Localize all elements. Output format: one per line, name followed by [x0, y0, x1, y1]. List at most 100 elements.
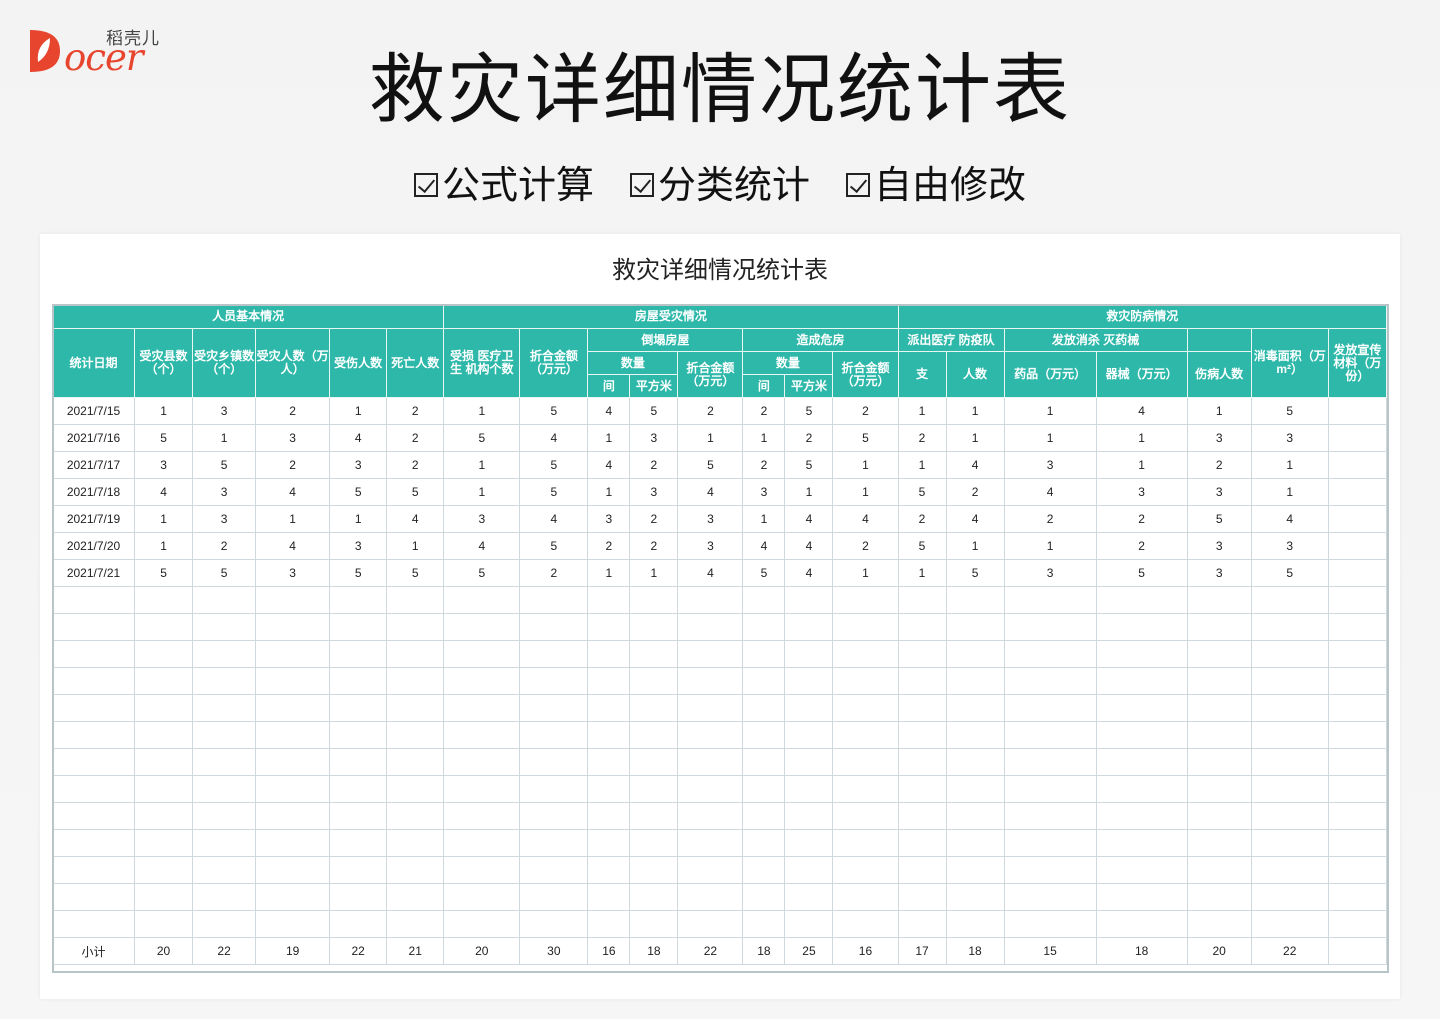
table-cell[interactable] — [1327, 397, 1388, 425]
table-cell[interactable]: 4 — [386, 505, 445, 533]
empty-cell[interactable] — [519, 721, 589, 749]
empty-cell[interactable] — [742, 721, 786, 749]
table-cell[interactable]: 3 — [742, 478, 786, 506]
table-cell[interactable]: 2 — [1003, 505, 1097, 533]
empty-cell[interactable] — [1003, 640, 1097, 668]
empty-cell[interactable] — [329, 856, 388, 884]
empty-cell[interactable] — [832, 613, 899, 641]
empty-cell[interactable] — [1186, 775, 1252, 803]
empty-cell[interactable] — [192, 694, 257, 722]
table-cell[interactable]: 2 — [255, 397, 331, 425]
table-cell[interactable]: 4 — [677, 559, 744, 587]
empty-cell[interactable] — [519, 586, 589, 614]
empty-cell[interactable] — [742, 802, 786, 830]
table-cell[interactable]: 3 — [629, 424, 679, 452]
date-cell[interactable]: 2021/7/21 — [51, 559, 136, 587]
empty-cell[interactable] — [1327, 910, 1388, 938]
empty-cell[interactable] — [587, 748, 631, 776]
empty-cell[interactable] — [255, 883, 331, 911]
empty-cell[interactable] — [1095, 775, 1188, 803]
table-cell[interactable] — [1327, 532, 1388, 560]
empty-cell[interactable] — [587, 640, 631, 668]
empty-cell[interactable] — [192, 802, 257, 830]
empty-cell[interactable] — [255, 910, 331, 938]
table-cell[interactable]: 5 — [519, 532, 589, 560]
empty-cell[interactable] — [255, 856, 331, 884]
empty-cell[interactable] — [443, 802, 521, 830]
table-cell[interactable]: 2 — [386, 451, 445, 479]
table-cell[interactable]: 5 — [897, 532, 947, 560]
subtotal-cell[interactable]: 18 — [1095, 937, 1188, 965]
empty-cell[interactable] — [192, 721, 257, 749]
table-cell[interactable]: 1 — [329, 505, 388, 533]
empty-cell[interactable] — [832, 586, 899, 614]
table-cell[interactable]: 4 — [587, 451, 631, 479]
empty-cell[interactable] — [587, 829, 631, 857]
table-cell[interactable]: 5 — [519, 397, 589, 425]
table-cell[interactable] — [1327, 559, 1388, 587]
empty-cell[interactable] — [742, 856, 786, 884]
table-cell[interactable] — [1327, 505, 1388, 533]
empty-cell[interactable] — [192, 613, 257, 641]
empty-cell[interactable] — [742, 910, 786, 938]
empty-cell[interactable] — [1095, 640, 1188, 668]
table-cell[interactable]: 3 — [255, 559, 331, 587]
empty-cell[interactable] — [677, 910, 744, 938]
table-cell[interactable]: 1 — [784, 478, 834, 506]
empty-cell[interactable] — [784, 586, 834, 614]
table-cell[interactable]: 1 — [134, 505, 194, 533]
date-cell[interactable]: 2021/7/18 — [51, 478, 136, 506]
empty-cell[interactable] — [51, 775, 136, 803]
empty-cell[interactable] — [1327, 802, 1388, 830]
empty-cell[interactable] — [1250, 910, 1329, 938]
empty-cell[interactable] — [51, 721, 136, 749]
empty-cell[interactable] — [1250, 802, 1329, 830]
table-cell[interactable]: 4 — [255, 478, 331, 506]
empty-cell[interactable] — [134, 802, 194, 830]
empty-cell[interactable] — [897, 667, 947, 695]
empty-cell[interactable] — [1186, 640, 1252, 668]
date-cell[interactable]: 2021/7/17 — [51, 451, 136, 479]
table-cell[interactable]: 2 — [832, 397, 899, 425]
table-cell[interactable]: 5 — [945, 559, 1005, 587]
table-cell[interactable]: 2 — [629, 451, 679, 479]
table-cell[interactable]: 1 — [329, 397, 388, 425]
empty-cell[interactable] — [897, 883, 947, 911]
empty-cell[interactable] — [386, 640, 445, 668]
empty-cell[interactable] — [1095, 721, 1188, 749]
empty-cell[interactable] — [329, 748, 388, 776]
empty-cell[interactable] — [519, 775, 589, 803]
table-cell[interactable]: 1 — [1250, 451, 1329, 479]
empty-cell[interactable] — [1327, 694, 1388, 722]
empty-cell[interactable] — [51, 910, 136, 938]
table-cell[interactable]: 5 — [784, 451, 834, 479]
empty-cell[interactable] — [832, 802, 899, 830]
table-cell[interactable]: 4 — [832, 505, 899, 533]
empty-cell[interactable] — [1186, 829, 1252, 857]
table-cell[interactable]: 3 — [1186, 424, 1252, 452]
empty-cell[interactable] — [329, 721, 388, 749]
subtotal-cell[interactable]: 20 — [134, 937, 194, 965]
empty-cell[interactable] — [677, 667, 744, 695]
empty-cell[interactable] — [945, 694, 1005, 722]
table-cell[interactable]: 3 — [192, 397, 257, 425]
empty-cell[interactable] — [629, 613, 679, 641]
subtotal-cell[interactable]: 19 — [255, 937, 331, 965]
empty-cell[interactable] — [1186, 856, 1252, 884]
empty-cell[interactable] — [255, 694, 331, 722]
empty-cell[interactable] — [134, 694, 194, 722]
empty-cell[interactable] — [443, 775, 521, 803]
table-cell[interactable]: 3 — [1186, 532, 1252, 560]
empty-cell[interactable] — [1095, 802, 1188, 830]
empty-cell[interactable] — [784, 829, 834, 857]
table-cell[interactable]: 2 — [742, 397, 786, 425]
empty-cell[interactable] — [742, 694, 786, 722]
empty-cell[interactable] — [519, 883, 589, 911]
table-cell[interactable]: 1 — [443, 451, 521, 479]
empty-cell[interactable] — [192, 883, 257, 911]
table-cell[interactable]: 2 — [1095, 505, 1188, 533]
empty-cell[interactable] — [945, 883, 1005, 911]
empty-cell[interactable] — [329, 667, 388, 695]
subtotal-cell[interactable]: 20 — [443, 937, 521, 965]
empty-cell[interactable] — [329, 775, 388, 803]
